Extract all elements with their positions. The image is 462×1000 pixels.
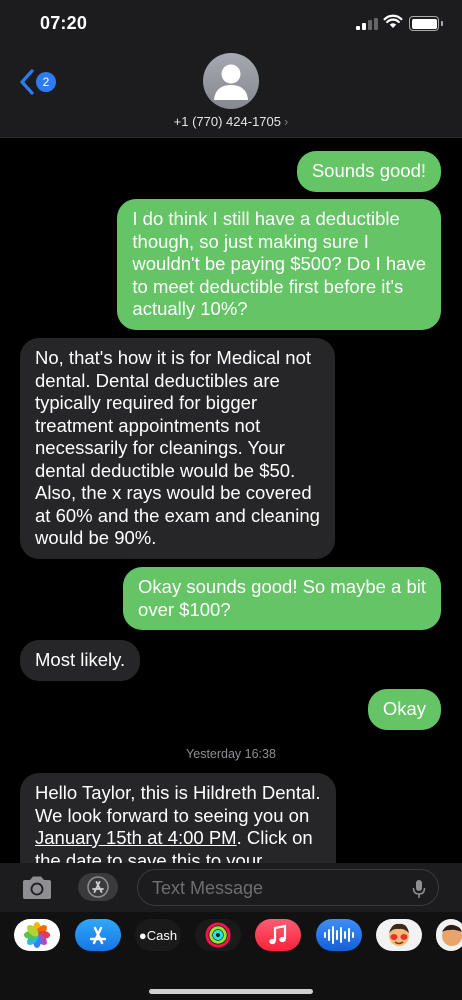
status-bar: 07:20	[0, 0, 462, 48]
camera-icon[interactable]	[20, 875, 54, 901]
message-input[interactable]: Text Message	[137, 869, 439, 906]
audio-message-icon[interactable]	[316, 919, 362, 951]
message-timestamp: Yesterday 16:38	[186, 747, 276, 761]
imessage-app-strip: ● Cash	[0, 912, 462, 1000]
app-store-button[interactable]	[78, 873, 118, 901]
message-bubble-outgoing[interactable]: I do think I still have a deductible tho…	[117, 199, 441, 330]
wifi-icon	[383, 14, 403, 28]
battery-icon	[409, 16, 443, 31]
app-store-icon	[87, 876, 109, 898]
message-bubble-outgoing[interactable]: Okay	[367, 689, 441, 730]
message-thread[interactable]: Sounds good! I do think I still have a d…	[0, 139, 462, 863]
conversation-header: 2 +1 (770) 424-1705 ›	[0, 48, 462, 138]
apple-cash-icon[interactable]: ● Cash	[135, 919, 181, 951]
contact-name[interactable]: +1 (770) 424-1705 ›	[0, 114, 462, 129]
compose-bar: Text Message	[0, 863, 462, 912]
memoji-stickers-icon[interactable]	[436, 919, 462, 951]
home-indicator[interactable]	[149, 989, 313, 994]
message-input-placeholder: Text Message	[152, 878, 264, 898]
message-bubble-outgoing[interactable]: Okay sounds good! So maybe a bit over $1…	[123, 567, 441, 630]
memoji-icon[interactable]	[376, 919, 422, 951]
cellular-signal-icon	[356, 18, 378, 30]
person-icon	[214, 64, 248, 100]
music-app-icon[interactable]	[255, 919, 301, 951]
microphone-icon[interactable]	[412, 879, 426, 899]
date-link[interactable]: January 15th at 4:00 PM	[35, 827, 237, 848]
message-bubble-outgoing[interactable]: Sounds good!	[296, 151, 441, 192]
photos-app-icon[interactable]	[14, 919, 60, 951]
contact-avatar[interactable]	[203, 53, 259, 109]
back-chevron-icon[interactable]	[18, 68, 36, 96]
message-bubble-incoming[interactable]: Hello Taylor, this is Hildreth Dental. W…	[20, 773, 336, 863]
message-bubble-incoming[interactable]: No, that's how it is for Medical not den…	[20, 338, 335, 559]
status-time: 07:20	[40, 13, 88, 33]
chevron-right-icon: ›	[284, 114, 289, 129]
app-store-icon[interactable]	[75, 919, 121, 951]
activity-app-icon[interactable]	[195, 919, 241, 951]
message-bubble-incoming[interactable]: Most likely.	[20, 640, 141, 681]
unread-count-badge[interactable]: 2	[36, 72, 56, 92]
